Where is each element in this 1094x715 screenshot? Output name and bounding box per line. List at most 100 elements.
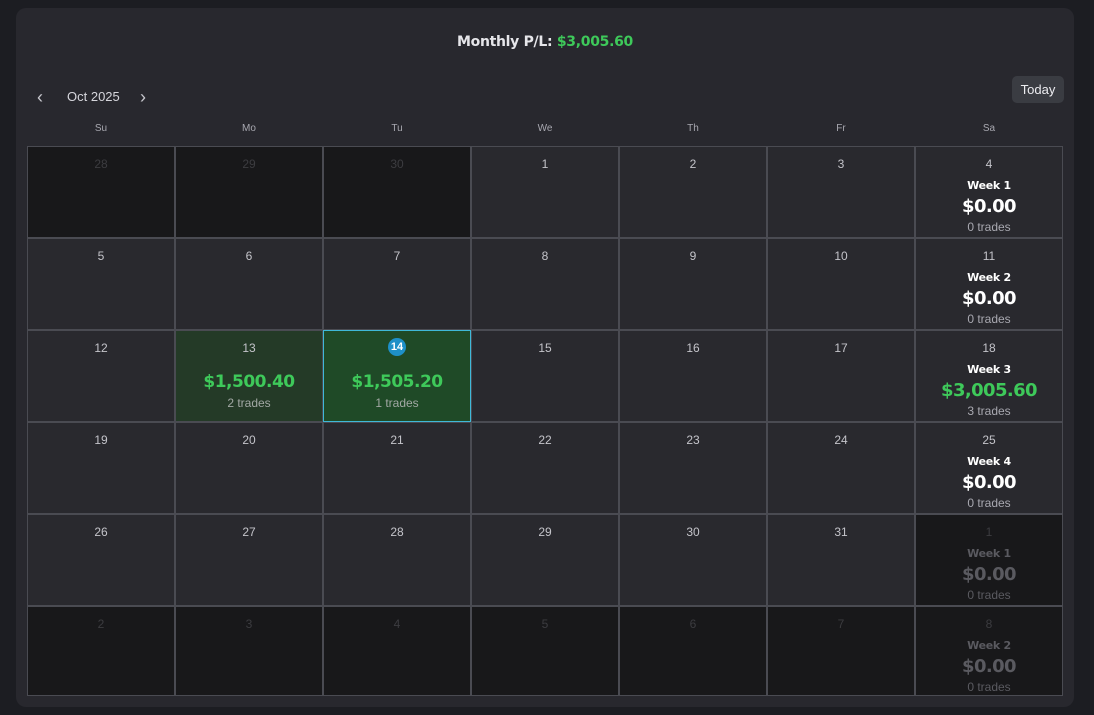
day-trade-count: 1 trades — [375, 396, 419, 410]
day-cell[interactable]: 29 — [471, 514, 619, 606]
week-summary-cell[interactable]: 18 Week 3 $3,005.60 3 trades — [915, 330, 1063, 422]
day-cell[interactable]: 14 $1,505.20 1 trades — [323, 330, 471, 422]
day-number: 28 — [94, 157, 108, 171]
day-number: 25 — [982, 433, 996, 447]
day-number: 3 — [837, 157, 845, 171]
day-cell[interactable]: 20 — [175, 422, 323, 514]
weekday-su: Su — [94, 123, 108, 134]
day-number: 30 — [390, 157, 404, 171]
day-cell[interactable]: 4 — [323, 606, 471, 696]
day-number: 7 — [393, 249, 401, 263]
week-label: Week 3 — [967, 363, 1011, 376]
day-cell[interactable]: 6 — [175, 238, 323, 330]
day-cell[interactable]: 5 — [471, 606, 619, 696]
day-number: 22 — [538, 433, 552, 447]
day-number: 7 — [837, 617, 845, 631]
week-label: Week 2 — [967, 639, 1011, 652]
day-cell[interactable]: 30 — [619, 514, 767, 606]
day-cell[interactable]: 27 — [175, 514, 323, 606]
day-number: 5 — [541, 617, 549, 631]
monthly-pl-value: $3,005.60 — [556, 34, 633, 50]
day-cell[interactable]: 8 — [471, 238, 619, 330]
day-number: 2 — [689, 157, 697, 171]
day-cell[interactable]: 30 — [323, 146, 471, 238]
week-summary-cell[interactable]: 11 Week 2 $0.00 0 trades — [915, 238, 1063, 330]
next-month-button[interactable]: › — [133, 86, 153, 108]
week-label: Week 1 — [967, 547, 1011, 560]
today-day-number: 14 — [388, 338, 406, 356]
day-cell[interactable]: 1 — [471, 146, 619, 238]
day-cell[interactable]: 26 — [27, 514, 175, 606]
day-number: 6 — [245, 249, 253, 263]
today-button[interactable]: Today — [1012, 76, 1064, 103]
day-cell[interactable]: 28 — [323, 514, 471, 606]
day-cell[interactable]: 22 — [471, 422, 619, 514]
day-cell[interactable]: 21 — [323, 422, 471, 514]
day-number: 13 — [242, 341, 256, 355]
day-cell[interactable]: 5 — [27, 238, 175, 330]
day-cell[interactable]: 16 — [619, 330, 767, 422]
day-cell[interactable]: 9 — [619, 238, 767, 330]
day-number: 2 — [97, 617, 105, 631]
day-number: 8 — [985, 617, 993, 631]
week-trade-count: 0 trades — [967, 588, 1011, 602]
day-cell[interactable]: 15 — [471, 330, 619, 422]
week-summary-cell[interactable]: 1 Week 1 $0.00 0 trades — [915, 514, 1063, 606]
week-pl-value: $0.00 — [962, 472, 1017, 493]
day-pl-value: $1,505.20 — [351, 372, 443, 392]
day-cell[interactable]: 6 — [619, 606, 767, 696]
day-cell[interactable]: 17 — [767, 330, 915, 422]
day-number: 31 — [834, 525, 848, 539]
day-number: 12 — [94, 341, 108, 355]
day-cell[interactable]: 24 — [767, 422, 915, 514]
day-cell[interactable]: 28 — [27, 146, 175, 238]
day-number: 15 — [538, 341, 552, 355]
week-summary-cell[interactable]: 25 Week 4 $0.00 0 trades — [915, 422, 1063, 514]
day-number: 23 — [686, 433, 700, 447]
chevron-left-icon: ‹ — [37, 87, 43, 107]
day-cell[interactable]: 12 — [27, 330, 175, 422]
weekday-tu: Tu — [391, 123, 403, 134]
week-label: Week 2 — [967, 271, 1011, 284]
day-cell[interactable]: 29 — [175, 146, 323, 238]
day-number: 16 — [686, 341, 700, 355]
day-pl-value: $1,500.40 — [203, 372, 295, 392]
day-cell[interactable]: 3 — [175, 606, 323, 696]
week-trade-count: 0 trades — [967, 220, 1011, 234]
week-label: Week 1 — [967, 179, 1011, 192]
week-trade-count: 3 trades — [967, 404, 1011, 418]
month-label: Oct 2025 — [67, 89, 120, 104]
monthly-pl-label: Monthly P/L: — [457, 34, 553, 50]
day-number: 5 — [97, 249, 105, 263]
day-number: 21 — [390, 433, 404, 447]
weekday-fr: Fr — [836, 123, 846, 134]
day-cell[interactable]: 7 — [767, 606, 915, 696]
prev-month-button[interactable]: ‹ — [30, 86, 50, 108]
day-cell[interactable]: 3 — [767, 146, 915, 238]
week-pl-value: $0.00 — [962, 196, 1017, 217]
day-cell[interactable]: 10 — [767, 238, 915, 330]
week-summary-cell[interactable]: 8 Week 2 $0.00 0 trades — [915, 606, 1063, 696]
day-number: 26 — [94, 525, 108, 539]
day-cell[interactable]: 19 — [27, 422, 175, 514]
day-cell[interactable]: 2 — [27, 606, 175, 696]
day-number: 11 — [982, 249, 996, 263]
week-pl-value: $0.00 — [962, 564, 1017, 585]
monthly-pl: Monthly P/L: $3,005.60 — [16, 34, 1074, 50]
day-number: 24 — [834, 433, 848, 447]
day-number: 8 — [541, 249, 549, 263]
day-cell[interactable]: 2 — [619, 146, 767, 238]
calendar-panel: Monthly P/L: $3,005.60 ‹ Oct 2025 › Toda… — [16, 8, 1074, 707]
day-number: 10 — [834, 249, 848, 263]
day-number: 19 — [94, 433, 108, 447]
day-number: 1 — [541, 157, 549, 171]
day-number: 29 — [242, 157, 256, 171]
day-cell[interactable]: 13 $1,500.40 2 trades — [175, 330, 323, 422]
weekday-sa: Sa — [982, 123, 996, 134]
week-pl-value: $0.00 — [962, 656, 1017, 677]
day-cell[interactable]: 31 — [767, 514, 915, 606]
week-summary-cell[interactable]: 4 Week 1 $0.00 0 trades — [915, 146, 1063, 238]
day-cell[interactable]: 23 — [619, 422, 767, 514]
day-cell[interactable]: 7 — [323, 238, 471, 330]
week-pl-value: $0.00 — [962, 288, 1017, 309]
